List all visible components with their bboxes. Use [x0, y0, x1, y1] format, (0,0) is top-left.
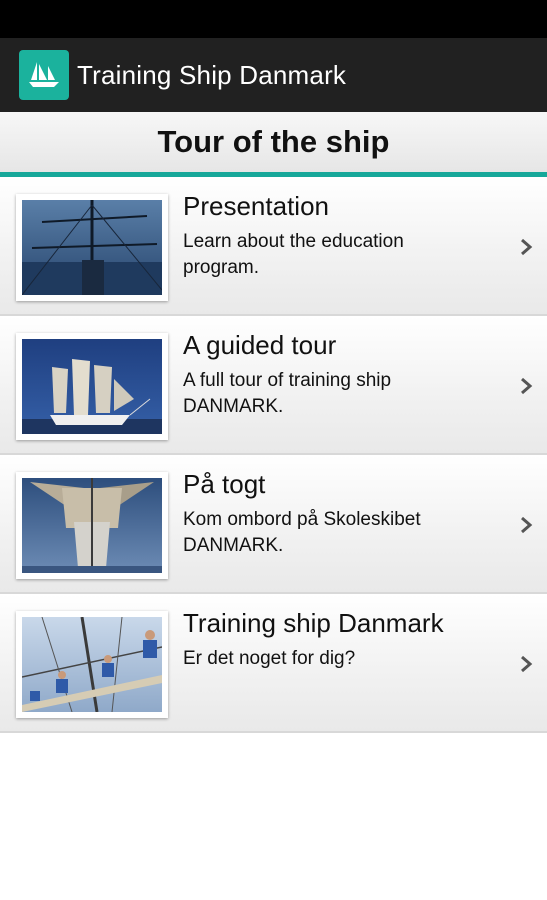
chevron-right-icon	[521, 516, 533, 534]
chevron-right-icon	[521, 655, 533, 673]
item-title: Training ship Danmark	[183, 608, 444, 638]
ship-bow-photo	[16, 472, 168, 579]
list-item-presentation[interactable]: Presentation Learn about the education p…	[0, 177, 547, 316]
chevron-right-icon	[521, 238, 533, 256]
list-item-guided-tour[interactable]: A guided tour A full tour of training sh…	[0, 316, 547, 455]
item-description: A full tour of training ship DANMARK.	[183, 370, 392, 417]
item-description: Kom ombord på Skoleskibet DANMARK.	[183, 509, 421, 556]
tour-list: Presentation Learn about the education p…	[0, 177, 547, 733]
list-item-training-ship[interactable]: Training ship Danmark Er det noget for d…	[0, 594, 547, 733]
tall-ship-at-sea-photo	[16, 333, 168, 440]
item-title: A guided tour	[183, 330, 337, 360]
action-bar: Training Ship Danmark	[0, 38, 547, 112]
status-bar	[0, 0, 547, 38]
item-title: På togt	[183, 469, 266, 499]
chevron-right-icon	[521, 377, 533, 395]
ship-rigging-photo	[16, 194, 168, 301]
list-item-paa-togt[interactable]: På togt Kom ombord på Skoleskibet DANMAR…	[0, 455, 547, 594]
page-header: Tour of the ship	[0, 112, 547, 172]
crew-on-yard-photo	[16, 611, 168, 718]
item-title: Presentation	[183, 191, 329, 221]
item-description: Learn about the education program.	[183, 231, 404, 278]
sailing-ship-icon[interactable]	[19, 50, 69, 100]
app-title: Training Ship Danmark	[77, 59, 347, 90]
item-description: Er det noget for dig?	[183, 648, 356, 669]
page-title: Tour of the ship	[157, 124, 390, 159]
